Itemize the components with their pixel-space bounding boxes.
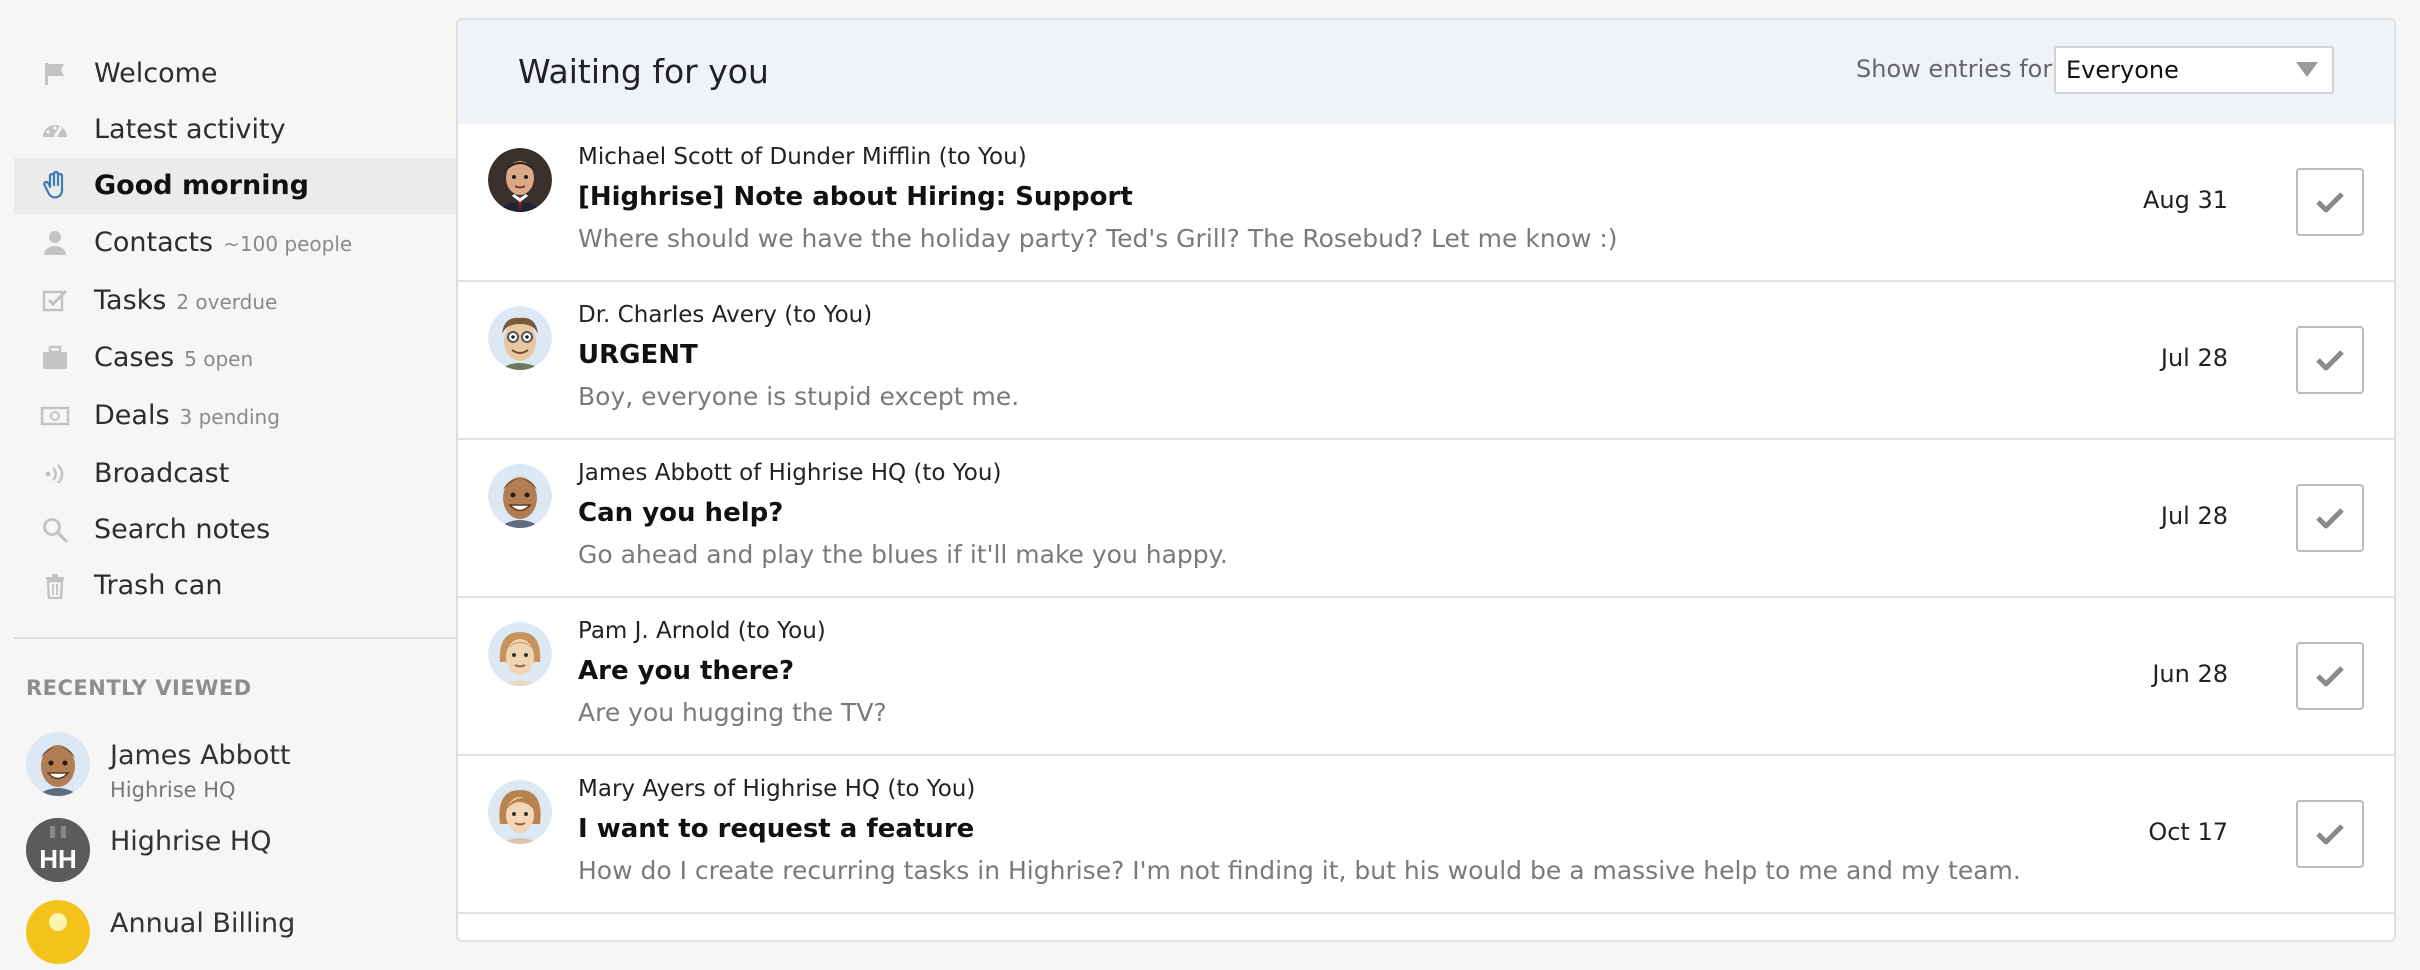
recent-item-james-abbott[interactable]: James Abbott Highrise HQ — [26, 732, 446, 802]
sidebar-item-broadcast[interactable]: Broadcast — [14, 446, 456, 502]
sidebar-item-label: Trash can — [94, 570, 223, 601]
checkmark-icon — [2316, 666, 2344, 687]
entry-body: Go ahead and play the blues if it'll mak… — [578, 540, 1228, 569]
entry-subject[interactable]: URGENT — [578, 340, 698, 370]
entry-from: Michael Scott of Dunder Mifflin (to You) — [578, 144, 1027, 170]
checkmark-icon — [2316, 508, 2344, 529]
waiting-for-you-panel: Waiting for you Show entries for Everyon… — [456, 18, 2396, 942]
person-icon — [40, 229, 70, 257]
checkmark-icon — [2316, 350, 2344, 371]
mark-done-button[interactable] — [2296, 484, 2364, 552]
sidebar-item-search-notes[interactable]: Search notes — [14, 502, 456, 558]
entry-from: James Abbott of Highrise HQ (to You) — [578, 460, 1002, 486]
sidebar-item-contacts[interactable]: Contacts ~100 people — [14, 215, 456, 271]
entry-subject[interactable]: Can you help? — [578, 498, 783, 528]
sidebar-item-latest-activity[interactable]: Latest activity — [14, 102, 456, 158]
checkmark-icon — [2316, 824, 2344, 845]
avatar-initials: HH — [39, 844, 77, 874]
list-item[interactable]: Dr. Charles Avery (to You) URGENT Boy, e… — [458, 282, 2394, 440]
list-item[interactable]: James Abbott of Highrise HQ (to You) Can… — [458, 440, 2394, 598]
sidebar-item-label: Tasks 2 overdue — [94, 285, 278, 316]
sidebar-item-cases[interactable]: Cases 5 open — [14, 330, 456, 386]
panel-header: Waiting for you Show entries for Everyon… — [458, 20, 2394, 124]
trash-icon — [40, 572, 70, 600]
avatar — [488, 464, 552, 528]
list-item[interactable]: Pam J. Arnold (to You) Are you there? Ar… — [458, 598, 2394, 756]
avatar — [488, 148, 552, 212]
entry-subject[interactable]: I want to request a feature — [578, 814, 974, 844]
sidebar-item-label: Good morning — [94, 170, 310, 201]
avatar — [488, 622, 552, 686]
sidebar-item-tasks[interactable]: Tasks 2 overdue — [14, 273, 456, 329]
recent-item-annual-billing[interactable]: Annual Billing — [26, 900, 446, 970]
entry-body: Where should we have the holiday party? … — [578, 224, 1618, 253]
sidebar-item-label: Contacts ~100 people — [94, 227, 353, 258]
avatar — [26, 732, 90, 796]
page-title: Waiting for you — [518, 52, 769, 91]
filter-selected-value: Everyone — [2066, 56, 2179, 84]
mark-done-button[interactable] — [2296, 168, 2364, 236]
dashboard-icon — [40, 116, 70, 144]
recently-viewed-heading: RECENTLY VIEWED — [26, 676, 252, 700]
avatar — [488, 306, 552, 370]
sidebar-item-label: Latest activity — [94, 114, 286, 145]
sidebar-divider — [14, 637, 456, 639]
checkbox-icon — [40, 287, 70, 315]
entry-date: Jun 28 — [2152, 660, 2228, 688]
broadcast-icon — [40, 460, 70, 488]
entry-from: Dr. Charles Avery (to You) — [578, 302, 873, 328]
entry-date: Aug 31 — [2142, 186, 2228, 214]
chevron-down-icon — [2296, 62, 2318, 77]
hand-wave-icon — [40, 171, 70, 200]
filter-label: Show entries for — [1856, 55, 2053, 83]
entry-from: Mary Ayers of Highrise HQ (to You) — [578, 776, 976, 802]
sidebar-item-label: Welcome — [94, 58, 218, 89]
avatar — [488, 780, 552, 844]
money-icon — [40, 402, 70, 430]
entry-date: Oct 17 — [2148, 818, 2228, 846]
recent-item-company: Highrise HQ — [110, 778, 236, 802]
recent-item-name: Highrise HQ — [110, 826, 272, 857]
entry-body: How do I create recurring tasks in Highr… — [578, 856, 2021, 885]
recent-item-highrise-hq[interactable]: HH Highrise HQ — [26, 818, 446, 888]
sidebar: Welcome Latest activity Good morning Con… — [0, 0, 456, 964]
sidebar-item-label: Search notes — [94, 514, 271, 545]
entry-body: Are you hugging the TV? — [578, 698, 887, 727]
search-icon — [40, 516, 70, 544]
sidebar-item-good-morning[interactable]: Good morning — [14, 158, 456, 214]
checkmark-icon — [2316, 192, 2344, 213]
entry-date: Jul 28 — [2160, 344, 2228, 372]
sidebar-item-label: Cases 5 open — [94, 342, 254, 373]
sun-icon — [26, 900, 90, 964]
list-item[interactable]: Mary Ayers of Highrise HQ (to You) I wan… — [458, 756, 2394, 914]
recent-item-name: James Abbott — [110, 740, 291, 771]
sidebar-item-trash-can[interactable]: Trash can — [14, 558, 456, 614]
entry-subject[interactable]: [Highrise] Note about Hiring: Support — [578, 182, 1133, 212]
mark-done-button[interactable] — [2296, 326, 2364, 394]
mark-done-button[interactable] — [2296, 800, 2364, 868]
company-avatar: HH — [26, 818, 90, 882]
briefcase-icon — [40, 344, 70, 372]
sidebar-item-label: Broadcast — [94, 458, 230, 489]
sidebar-item-label: Deals 3 pending — [94, 400, 280, 431]
sidebar-item-deals[interactable]: Deals 3 pending — [14, 388, 456, 444]
mark-done-button[interactable] — [2296, 642, 2364, 710]
entries-list: Michael Scott of Dunder Mifflin (to You)… — [458, 124, 2394, 914]
entry-body: Boy, everyone is stupid except me. — [578, 382, 1020, 411]
entry-date: Jul 28 — [2160, 502, 2228, 530]
entry-subject[interactable]: Are you there? — [578, 656, 794, 686]
entry-from: Pam J. Arnold (to You) — [578, 618, 826, 644]
sidebar-item-welcome[interactable]: Welcome — [14, 46, 456, 102]
entries-filter-select[interactable]: Everyone — [2054, 46, 2334, 94]
flag-icon — [40, 60, 70, 88]
list-item[interactable]: Michael Scott of Dunder Mifflin (to You)… — [458, 124, 2394, 282]
